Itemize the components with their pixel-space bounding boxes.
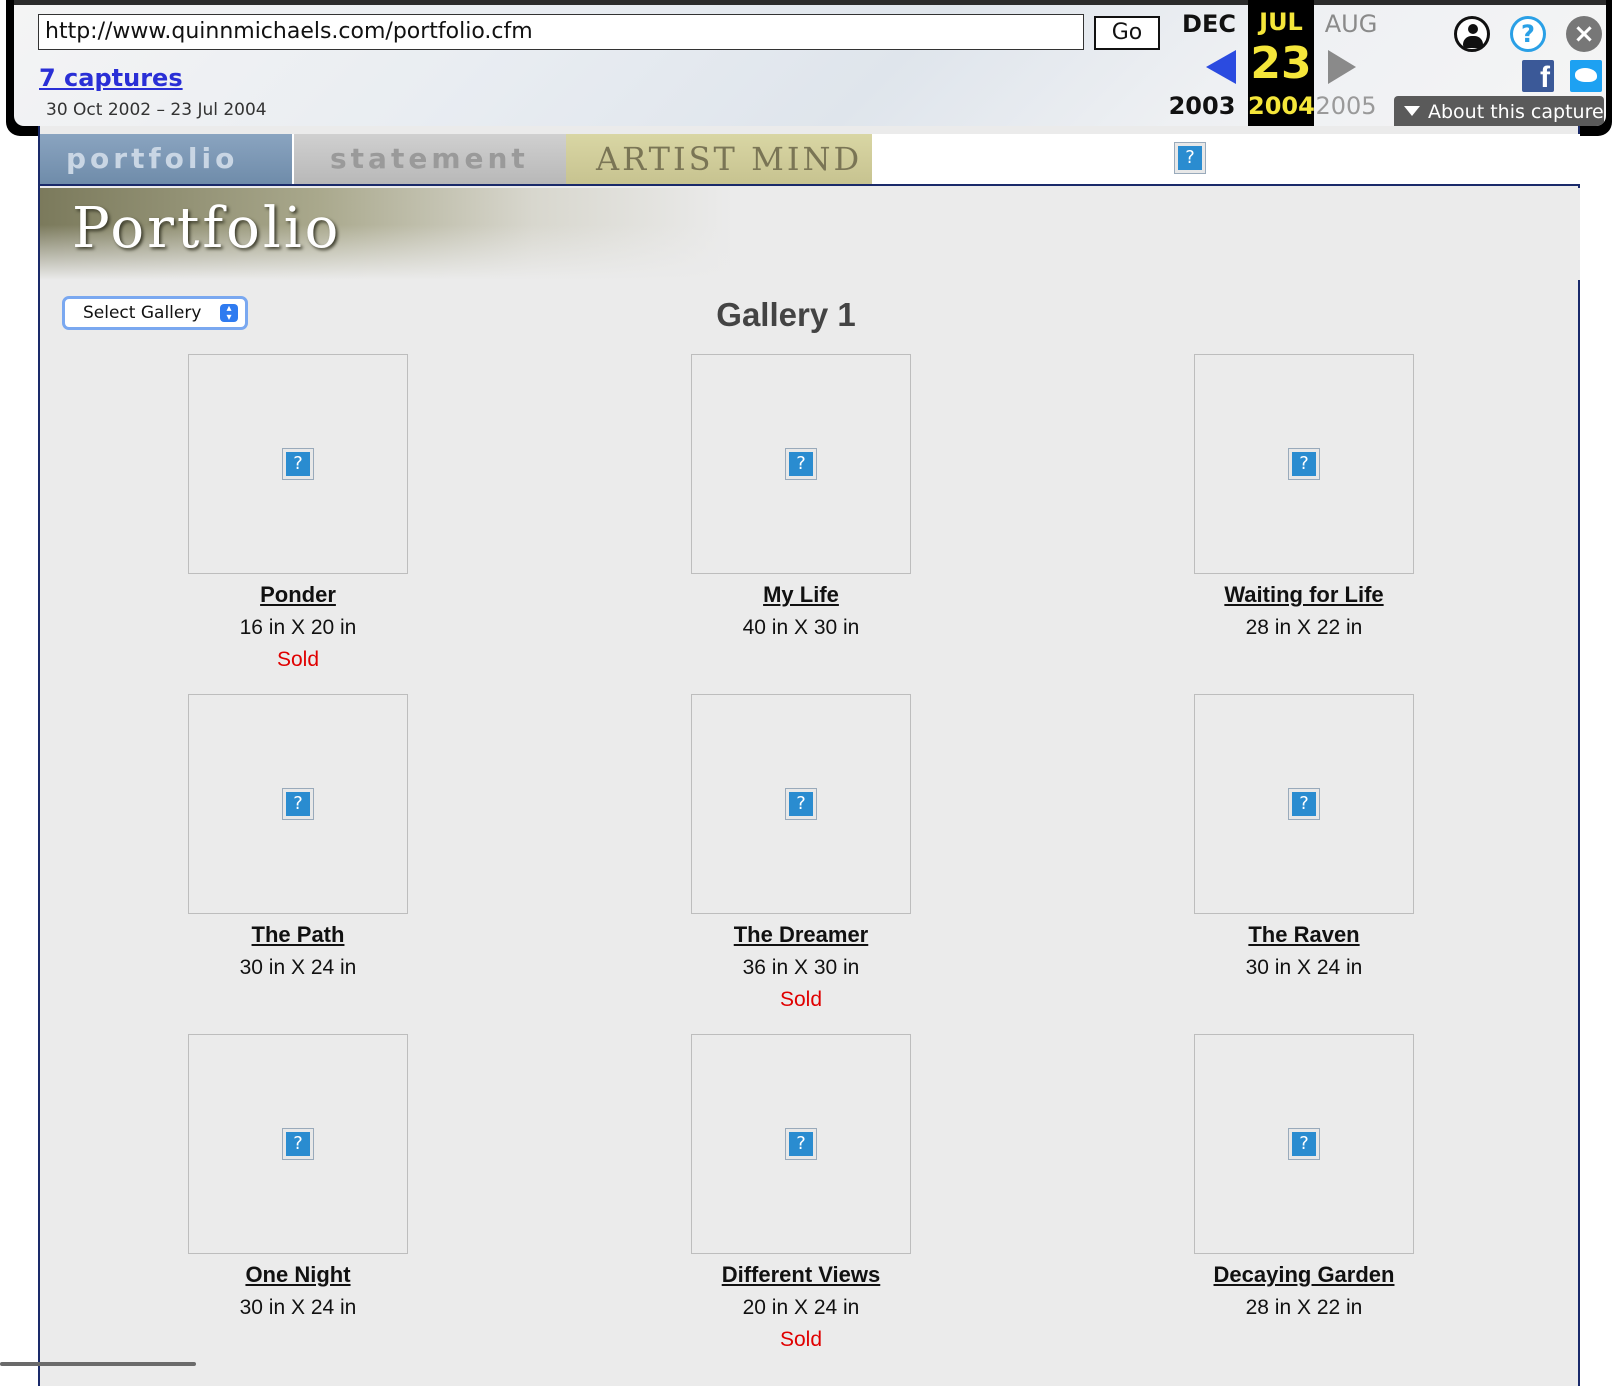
artwork-thumbnail[interactable]: ? <box>188 694 408 914</box>
artwork-card: ? Decaying Garden 28 in X 22 in <box>1154 1034 1454 1328</box>
artwork-title-link[interactable]: The Path <box>148 922 448 948</box>
gallery-title: Gallery 1 <box>716 296 856 333</box>
capture-range: 30 Oct 2002 – 23 Jul 2004 <box>46 100 267 120</box>
broken-image-icon: ? <box>1174 142 1206 174</box>
current-year: 2004 <box>1248 92 1315 120</box>
current-capture-date: JUL 23 2004 <box>1248 0 1315 126</box>
artwork-thumbnail[interactable]: ? <box>188 354 408 574</box>
broken-image-icon: ? <box>1288 788 1320 820</box>
artwork-size: 28 in X 22 in <box>1245 616 1363 639</box>
prev-year-label[interactable]: 2003 <box>1162 92 1242 120</box>
broken-image-icon: ? <box>282 1128 314 1160</box>
caret-down-icon <box>1404 106 1420 116</box>
artwork-card: ? One Night 30 in X 24 in <box>148 1034 448 1328</box>
broken-image-icon: ? <box>1288 1128 1320 1160</box>
artwork-title-link[interactable]: The Dreamer <box>651 922 951 948</box>
captures-link[interactable]: 7 captures <box>39 64 183 92</box>
artwork-title-link[interactable]: My Life <box>651 582 951 608</box>
artwork-card: ? Ponder 16 in X 20 in Sold <box>148 354 448 672</box>
artwork-card: ? The Raven 30 in X 24 in <box>1154 694 1454 988</box>
sparkline-strip <box>14 0 1606 5</box>
artwork-size: 30 in X 24 in <box>1245 956 1363 979</box>
artwork-card: ? My Life 40 in X 30 in <box>651 354 951 648</box>
tab-artist-mind[interactable]: ARTIST MIND <box>566 134 872 184</box>
prev-month-label[interactable]: DEC <box>1174 10 1244 38</box>
select-stepper-icon: ▴ ▾ <box>220 304 238 323</box>
horizontal-scrollbar[interactable] <box>0 1362 196 1366</box>
twitter-icon[interactable] <box>1570 60 1602 92</box>
facebook-icon[interactable]: f <box>1522 60 1554 94</box>
current-day: 23 <box>1250 38 1312 89</box>
artwork-title-link[interactable]: The Raven <box>1154 922 1454 948</box>
next-month-label: AUG <box>1324 10 1378 38</box>
artwork-status: Sold <box>276 648 320 671</box>
go-button[interactable]: Go <box>1094 16 1160 50</box>
artwork-title-link[interactable]: Ponder <box>148 582 448 608</box>
about-capture-button[interactable]: About this capture <box>1394 96 1604 126</box>
tab-statement[interactable]: statement <box>294 134 566 184</box>
broken-image-icon: ? <box>785 448 817 480</box>
artwork-thumbnail[interactable]: ? <box>1194 354 1414 574</box>
user-icon[interactable] <box>1454 16 1490 52</box>
broken-image-icon: ? <box>1288 448 1320 480</box>
artwork-size: 30 in X 24 in <box>239 1296 357 1319</box>
artwork-size: 28 in X 22 in <box>1245 1296 1363 1319</box>
artwork-card: ? The Dreamer 36 in X 30 in Sold <box>651 694 951 1012</box>
artwork-card: ? The Path 30 in X 24 in <box>148 694 448 988</box>
artwork-card: ? Different Views 20 in X 24 in Sold <box>651 1034 951 1352</box>
close-icon[interactable]: × <box>1566 16 1602 52</box>
artwork-thumbnail[interactable]: ? <box>691 694 911 914</box>
artwork-size: 40 in X 30 in <box>742 616 860 639</box>
about-capture-label: About this capture <box>1428 101 1604 123</box>
portfolio-banner: Portfolio <box>40 188 1580 280</box>
artwork-card: ? Waiting for Life 28 in X 22 in <box>1154 354 1454 648</box>
help-icon[interactable]: ? <box>1510 16 1546 52</box>
artwork-status: Sold <box>779 988 823 1011</box>
artwork-thumbnail[interactable]: ? <box>691 354 911 574</box>
next-year-label: 2005 <box>1315 92 1377 120</box>
artwork-size: 20 in X 24 in <box>742 1296 860 1319</box>
prev-capture-arrow-icon[interactable] <box>1206 50 1236 84</box>
gallery-select-value: Select Gallery <box>83 303 202 323</box>
artwork-title-link[interactable]: Decaying Garden <box>1154 1262 1454 1288</box>
broken-image-icon: ? <box>785 1128 817 1160</box>
archived-page: portfolio statement ARTIST MIND ? Portfo… <box>38 126 1580 1386</box>
next-capture-arrow-icon <box>1328 50 1356 84</box>
artwork-status: Sold <box>779 1328 823 1351</box>
artwork-size: 36 in X 30 in <box>742 956 860 979</box>
tab-portfolio[interactable]: portfolio <box>40 134 292 184</box>
artwork-title-link[interactable]: One Night <box>148 1262 448 1288</box>
gallery-select[interactable]: Select Gallery ▴ ▾ <box>62 296 248 330</box>
artwork-thumbnail[interactable]: ? <box>188 1034 408 1254</box>
artwork-thumbnail[interactable]: ? <box>691 1034 911 1254</box>
page-title: Portfolio <box>72 196 342 261</box>
artwork-title-link[interactable]: Different Views <box>651 1262 951 1288</box>
artwork-size: 16 in X 20 in <box>239 616 357 639</box>
current-month: JUL <box>1259 8 1303 36</box>
artwork-thumbnail[interactable]: ? <box>1194 694 1414 914</box>
site-nav: portfolio statement ARTIST MIND ? <box>40 134 1580 186</box>
broken-image-icon: ? <box>282 788 314 820</box>
artwork-thumbnail[interactable]: ? <box>1194 1034 1414 1254</box>
broken-image-icon: ? <box>785 788 817 820</box>
artwork-title-link[interactable]: Waiting for Life <box>1154 582 1454 608</box>
wayback-toolbar: http://www.quinnmichaels.com/portfolio.c… <box>14 0 1606 126</box>
artwork-size: 30 in X 24 in <box>239 956 357 979</box>
url-input[interactable]: http://www.quinnmichaels.com/portfolio.c… <box>38 14 1084 50</box>
broken-image-icon: ? <box>282 448 314 480</box>
